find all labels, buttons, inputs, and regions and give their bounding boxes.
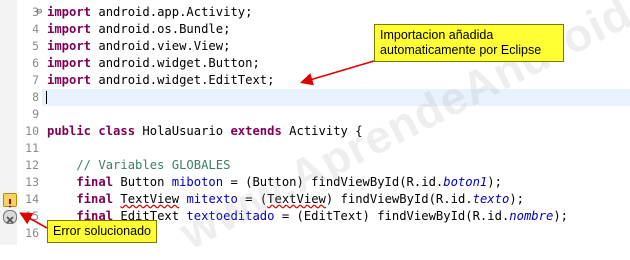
callout-error-fixed: Error solucionado [47, 220, 157, 243]
arrow-to-error-icon [19, 212, 48, 229]
arrow-to-import [299, 60, 375, 86]
callout-import-added: Importacion añadida automaticamente por … [374, 24, 564, 62]
